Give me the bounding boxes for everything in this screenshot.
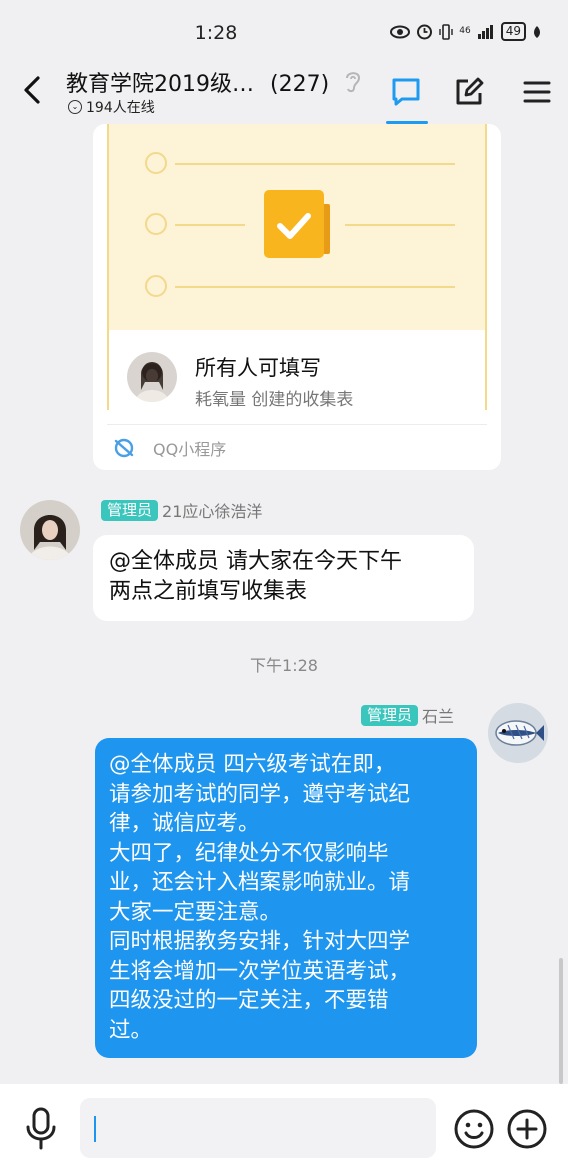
sender-line: 管理员 21应心徐浩洋 [101,498,262,522]
divider [107,424,487,425]
edit-note-icon [456,77,484,105]
form-banner [109,124,485,330]
alarm-icon [417,24,433,40]
hamburger-menu-icon [523,81,551,103]
online-status[interactable]: ⌄ 194人在线 [68,97,155,117]
message-line: 大四了，纪律处分不仅影响毕 [109,840,389,866]
tab-notes[interactable] [447,70,491,114]
message-line: 四级没过的一定关注，不要错 [109,988,389,1013]
sender-line: 管理员 石兰 [361,703,454,727]
source-label: QQ小程序 [153,440,227,459]
message-line: 律，诚信应考。 [109,811,260,836]
plus-icon [507,1109,547,1149]
checklist-row [145,275,455,299]
message-bubble[interactable]: @全体成员 请大家在今天下午 两点之前填写收集表 [93,535,474,621]
time-separator: 下午1:28 [250,656,318,675]
message-line: 同时根据教务安排，针对大四学 [109,929,411,954]
tab-chat[interactable] [384,70,428,114]
form-title: 所有人可填写 [195,356,321,380]
avatar [127,352,177,402]
chevron-down-icon: ⌄ [68,100,82,114]
signal-label: 46 [459,26,471,36]
microphone-icon [26,1107,56,1150]
form-check-icon [264,190,330,258]
form-subtitle: 耗氧量 创建的收集表 [195,390,354,410]
status-bar: 1:28 46 49 [0,0,568,62]
chevron-left-icon [24,76,40,104]
eye-icon [390,25,411,38]
message-bubble[interactable]: @全体成员 四六级考试在即， 请参加考试的同学，遵守考试纪 律，诚信应考。 大四… [95,738,477,1058]
form-preview: 所有人可填写 耗氧量 创建的收集表 [107,124,487,410]
mini-program-source: QQ小程序 [113,436,226,460]
message-line: 业，还会计入档案影响就业。请 [109,870,411,895]
sender-avatar[interactable] [20,500,80,560]
self-avatar[interactable] [488,703,548,763]
form-info: 所有人可填写 耗氧量 创建的收集表 [109,330,485,410]
more-button[interactable] [505,1107,549,1151]
group-title[interactable]: 教育学院2019级… (227) [66,66,329,98]
message-line: @全体成员 四六级考试在即， [109,752,396,777]
battery-indicator: 49 [500,22,526,41]
admin-badge: 管理员 [101,499,159,521]
sender-name: 石兰 [422,707,455,726]
message-line: 大家一定要注意。 [109,899,282,925]
admin-badge: 管理员 [361,704,419,726]
message-line: 请参加考试的同学，遵守考试纪 [109,781,411,807]
input-bar [0,1084,568,1173]
menu-button[interactable] [515,70,559,114]
member-count: (227) [270,72,330,97]
group-name: 教育学院2019级… [66,72,254,97]
chat-header: 教育学院2019级… (227) ⌄ 194人在线 [0,62,568,124]
back-button[interactable] [16,72,52,108]
message-line: 过。 [109,1017,153,1043]
vibrate-icon [439,23,453,40]
online-count: 194人在线 [86,100,155,116]
emoji-icon [454,1109,494,1149]
scrollbar[interactable] [559,958,563,1084]
message-line: 生将会增加一次学位英语考试， [109,958,411,984]
message-line: 两点之前填写收集表 [109,579,308,604]
checklist-row [145,152,455,176]
chat-bubble-icon [392,78,420,106]
text-caret [94,1116,96,1142]
charging-leaf-icon [534,25,540,38]
mini-program-icon [114,438,134,458]
ear-icon [346,72,361,93]
status-icons: 46 49 [390,22,542,41]
signal-icon [477,25,493,39]
message-input[interactable] [80,1098,436,1158]
message-line: @全体成员 请大家在今天下午 [109,549,402,574]
voice-button[interactable] [20,1106,62,1152]
mini-program-card[interactable]: 所有人可填写 耗氧量 创建的收集表 QQ小程序 [93,124,501,470]
status-time: 1:28 [194,22,238,44]
sender-name: 21应心徐浩洋 [162,502,263,521]
emoji-button[interactable] [452,1107,496,1151]
